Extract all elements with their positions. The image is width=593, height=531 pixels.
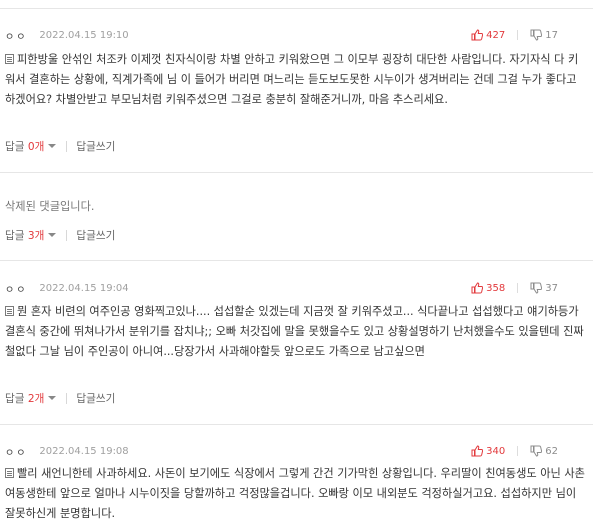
comment-date: 2022.04.15 19:04 [39,282,129,294]
dislike-button[interactable]: 17 [530,29,558,41]
deleted-comment-text: 삭제된 댓글입니다. [5,200,95,213]
like-button[interactable]: 340 [471,445,505,457]
dislike-count: 37 [545,282,558,294]
chevron-down-icon [48,144,57,148]
comment-text: 빨리 새언니한테 사과하세요. 사돈이 보기에도 식장에서 그렇게 간건 기가막… [5,467,585,520]
dislike-count: 62 [545,445,558,457]
reply-toggle[interactable]: 답글 0개 [5,139,57,154]
thumbs-up-icon [471,29,484,41]
comment-date: 2022.04.15 19:10 [39,29,129,41]
comment-divider [0,260,593,261]
action-divider [66,392,68,404]
like-button[interactable]: 427 [471,29,505,41]
action-divider [66,229,68,241]
write-reply-link[interactable]: 답글쓰기 [76,228,115,243]
dislike-count: 17 [545,29,558,41]
comment-actions: 답글 0개 답글쓰기 [5,137,115,155]
vote-divider [517,283,519,293]
dislike-button[interactable]: 37 [530,282,558,294]
like-count: 340 [486,445,506,457]
comment-actions: 답글 2개 답글쓰기 [5,389,115,407]
comment-divider [0,172,593,173]
comment-divider [0,424,593,425]
reply-count: 2개 [27,392,45,405]
comment-actions: 답글 3개 답글쓰기 [5,226,115,244]
reply-count: 3개 [27,229,45,242]
comment-text: 뭔 혼자 비련의 여주인공 영화찍고있나.... 섭섭할순 있겠는데 지금껏 잘… [5,305,584,358]
document-icon [5,468,14,478]
comment-meta: ㅇㅇ 2022.04.15 19:08 [5,443,129,459]
thumbs-down-icon [530,29,543,41]
reply-label: 답글 [5,392,25,405]
thumbs-down-icon [530,282,543,294]
comment-author: ㅇㅇ [5,447,28,459]
thumbs-up-icon [471,282,484,294]
document-icon [5,306,14,316]
like-count: 358 [486,282,506,294]
write-reply-link[interactable]: 답글쓰기 [76,391,115,406]
vote-divider [517,446,519,456]
reply-label: 답글 [5,140,25,153]
comment-date: 2022.04.15 19:08 [39,445,129,457]
vote-area: 427 17 [471,27,558,43]
write-reply-link[interactable]: 답글쓰기 [76,139,115,154]
document-icon [5,54,14,64]
comment-meta: ㅇㅇ 2022.04.15 19:10 [5,27,129,43]
top-divider [0,0,593,9]
thumbs-down-icon [530,445,543,457]
reply-label: 답글 [5,229,25,242]
comment-text: 피한방울 안섞인 처조카 이제껏 친자식이랑 차별 안하고 키워왔으면 그 이모… [5,53,579,106]
like-button[interactable]: 358 [471,282,505,294]
vote-area: 358 37 [471,280,558,296]
chevron-down-icon [48,233,57,237]
comment-meta: ㅇㅇ 2022.04.15 19:04 [5,280,129,296]
comment-body: 뭔 혼자 비련의 여주인공 영화찍고있나.... 섭섭할순 있겠는데 지금껏 잘… [5,302,588,362]
reply-count: 0개 [27,140,45,153]
thumbs-up-icon [471,445,484,457]
comment-body: 빨리 새언니한테 사과하세요. 사돈이 보기에도 식장에서 그렇게 간건 기가막… [5,464,588,524]
action-divider [66,140,68,152]
reply-toggle[interactable]: 답글 2개 [5,391,57,406]
chevron-down-icon [48,396,57,400]
vote-area: 340 62 [471,443,558,459]
comment-author: ㅇㅇ [5,31,28,43]
comment-body: 피한방울 안섞인 처조카 이제껏 친자식이랑 차별 안하고 키워왔으면 그 이모… [5,50,588,110]
vote-divider [517,30,519,40]
dislike-button[interactable]: 62 [530,445,558,457]
comment-author: ㅇㅇ [5,284,28,296]
like-count: 427 [486,29,506,41]
reply-toggle[interactable]: 답글 3개 [5,228,57,243]
